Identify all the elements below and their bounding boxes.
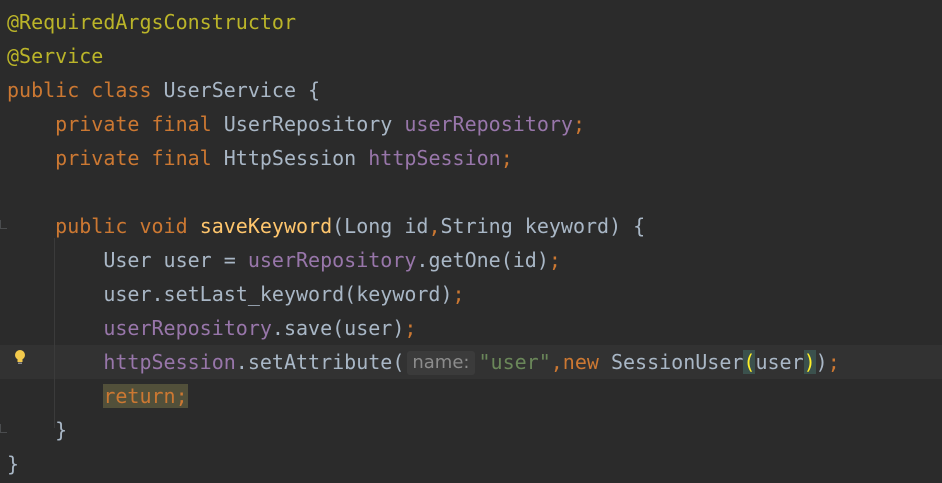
code-token: httpSession	[103, 350, 236, 374]
code-token: .getOne(id)	[416, 248, 549, 272]
code-editor[interactable]: } } return; httpSession.setAttribute(nam…	[0, 0, 942, 483]
code-token: userRepository	[103, 316, 272, 340]
code-token: userRepository	[404, 112, 573, 136]
code-text: User user = userRepository.getOne(id);	[7, 243, 561, 277]
code-token: saveKeyword	[199, 214, 333, 238]
code-text: private final HttpSession httpSession;	[7, 141, 513, 175]
code-line[interactable]: user.setLast_keyword(keyword);	[0, 277, 942, 311]
code-token: void	[139, 214, 200, 238]
code-token: UserRepository	[223, 112, 405, 136]
code-line[interactable]: User user = userRepository.getOne(id);	[0, 243, 942, 277]
code-token: ;	[452, 282, 465, 306]
code-text: @RequiredArgsConstructor	[7, 5, 296, 39]
code-token: httpSession	[368, 146, 501, 170]
code-line[interactable]: httpSession.setAttribute(name: "user",new…	[0, 345, 942, 379]
code-token: )	[815, 350, 828, 374]
code-line[interactable]: @RequiredArgsConstructor	[0, 5, 942, 39]
code-line[interactable]: userRepository.save(user);	[0, 311, 942, 345]
code-token: "user"	[478, 350, 551, 374]
code-text: }	[7, 447, 19, 481]
parameter-hint: name:	[407, 351, 476, 375]
code-token: class	[91, 78, 164, 102]
code-token: private	[55, 112, 152, 136]
code-line[interactable]	[0, 175, 942, 209]
code-text: }	[7, 413, 67, 447]
code-token: .save(user)	[271, 316, 405, 340]
fold-marker[interactable]	[0, 424, 7, 433]
code-line[interactable]: private final HttpSession httpSession;	[0, 141, 942, 175]
code-token: HttpSession	[223, 146, 369, 170]
code-token: (Long id	[332, 214, 429, 238]
code-token: private	[55, 146, 152, 170]
code-token: User user =	[103, 248, 248, 272]
code-line[interactable]: return;	[0, 379, 942, 413]
code-token: userRepository	[247, 248, 417, 272]
code-line[interactable]: }	[0, 447, 942, 481]
code-line[interactable]: @Service	[0, 39, 942, 73]
code-token: .setAttribute(	[235, 350, 405, 374]
code-token: @RequiredArgsConstructor	[7, 10, 296, 34]
code-text: @Service	[7, 39, 103, 73]
code-text: public void saveKeyword(Long id,String k…	[7, 209, 645, 243]
code-token: user.setLast_keyword(keyword)	[103, 282, 453, 306]
code-token: SessionUser	[610, 350, 744, 374]
code-token: ,	[428, 214, 441, 238]
code-token: final	[151, 146, 224, 170]
code-token: ,	[550, 350, 563, 374]
code-token: ;	[827, 350, 840, 374]
code-text: httpSession.setAttribute(name: "user",new…	[7, 345, 840, 379]
code-token: }	[55, 418, 68, 442]
code-token: @Service	[7, 44, 104, 68]
code-line[interactable]: }	[0, 413, 942, 447]
code-token: String keyword) {	[440, 214, 646, 238]
indent-guide	[54, 238, 55, 428]
code-token: ;	[404, 316, 417, 340]
code-token: )	[803, 350, 816, 374]
code-line[interactable]: public void saveKeyword(Long id,String k…	[0, 209, 942, 243]
code-token: return;	[103, 384, 188, 408]
fold-marker[interactable]	[0, 220, 7, 229]
code-token: ;	[500, 146, 513, 170]
code-text: private final UserRepository userReposit…	[7, 107, 585, 141]
code-token: (	[743, 350, 756, 374]
code-token: ;	[572, 112, 585, 136]
code-text: user.setLast_keyword(keyword);	[7, 277, 465, 311]
code-line[interactable]: public class UserService {	[0, 73, 942, 107]
code-line[interactable]: private final UserRepository userReposit…	[0, 107, 942, 141]
code-token: UserService {	[163, 78, 321, 102]
code-text: userRepository.save(user);	[7, 311, 416, 345]
code-token: user	[755, 350, 804, 374]
lightbulb-icon[interactable]	[12, 349, 28, 367]
code-token: }	[7, 452, 20, 476]
code-token: final	[151, 112, 224, 136]
code-token: public	[7, 78, 92, 102]
code-token: new	[562, 350, 611, 374]
code-token: ;	[548, 248, 561, 272]
code-text: return;	[7, 379, 188, 413]
code-token: public	[55, 214, 140, 238]
code-text: public class UserService {	[7, 73, 320, 107]
